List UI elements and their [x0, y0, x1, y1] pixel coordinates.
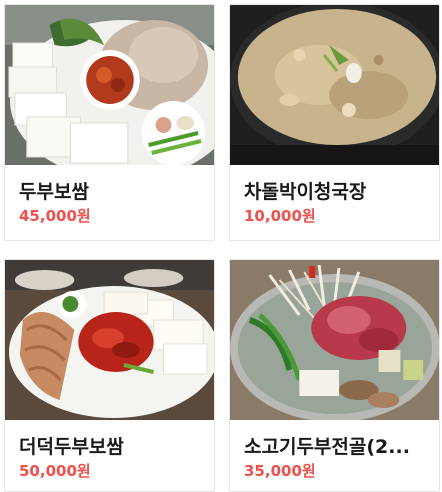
- menu-item-card[interactable]: 더덕두부보쌈 50,000원: [4, 259, 215, 492]
- menu-item-card[interactable]: 차돌박이청국장 10,000원: [229, 4, 440, 241]
- menu-item-name: 더덕두부보쌈: [19, 436, 124, 458]
- deodeok-tofu-bossam-photo[interactable]: [5, 260, 214, 420]
- menu-grid: 두부보쌈 45,000원 차돌박이청국장 10,000원 더덕두부보쌈 50,0…: [0, 0, 442, 492]
- tofu-bossam-photo[interactable]: [5, 5, 214, 165]
- menu-item-price: 10,000원: [244, 207, 316, 225]
- menu-item-price: 35,000원: [244, 462, 316, 480]
- menu-item-name: 차돌박이청국장: [244, 181, 367, 203]
- menu-item-price: 45,000원: [19, 207, 91, 225]
- cheonggukjang-stew-photo[interactable]: [230, 5, 439, 165]
- menu-item-price: 50,000원: [19, 462, 91, 480]
- menu-item-name: 두부보쌈: [19, 181, 89, 203]
- menu-item-card[interactable]: 소고기두부전골(2... 35,000원: [229, 259, 440, 492]
- beef-tofu-hotpot-photo[interactable]: [230, 260, 439, 420]
- menu-item-name: 소고기두부전골(2...: [244, 436, 410, 458]
- menu-item-card[interactable]: 두부보쌈 45,000원: [4, 4, 215, 241]
